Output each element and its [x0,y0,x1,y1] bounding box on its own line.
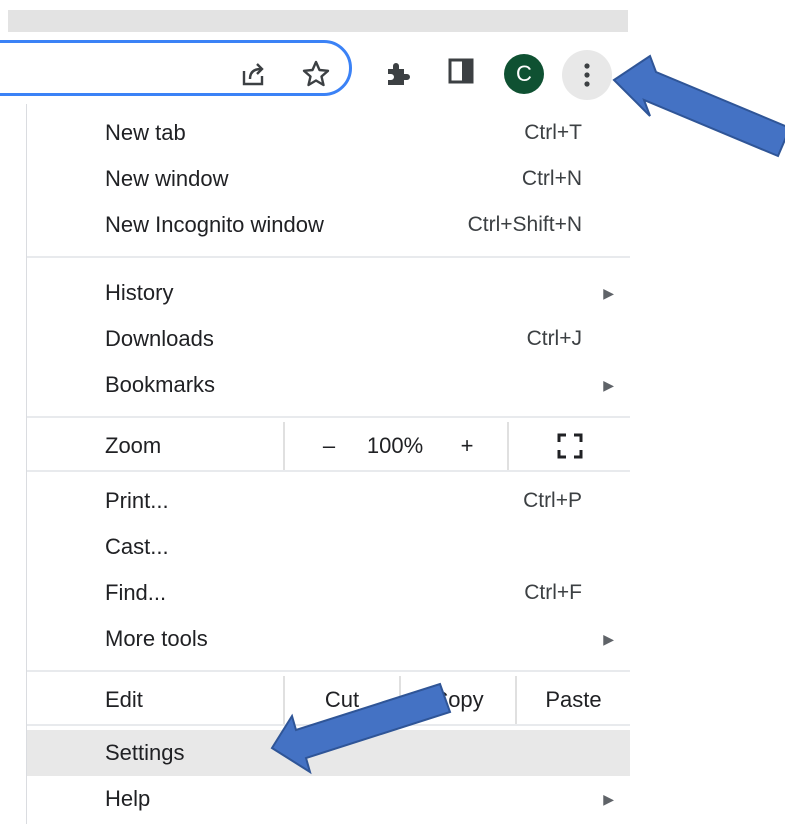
menu-item-more-tools[interactable]: More tools ▶ [27,616,630,662]
menu-divider [27,670,630,672]
menu-item-new-tab[interactable]: New tab Ctrl+T [27,110,630,156]
copy-button[interactable]: Copy [399,676,515,724]
side-panel-icon[interactable] [446,56,476,86]
menu-item-label: Edit [105,687,143,712]
menu-divider [27,256,630,258]
submenu-arrow-icon: ▶ [603,284,614,301]
menu-item-label: New window [105,166,229,191]
menu-item-new-incognito-window[interactable]: New Incognito window Ctrl+Shift+N [27,202,630,248]
menu-item-find[interactable]: Find... Ctrl+F [27,570,630,616]
shortcut-label: Ctrl+J [526,327,582,350]
menu-item-label: History [105,280,174,305]
zoom-out-button[interactable]: – [283,422,373,470]
menu-item-label: New tab [105,120,186,145]
three-dots-vertical-icon[interactable] [562,50,612,100]
shortcut-label: Ctrl+T [524,121,582,144]
paste-button[interactable]: Paste [515,676,630,724]
menu-item-bookmarks[interactable]: Bookmarks ▶ [27,362,630,408]
menu-item-label: Zoom [105,433,162,458]
menu-item-settings[interactable]: Settings [27,730,630,776]
shortcut-label: Ctrl+P [523,489,582,512]
cut-button[interactable]: Cut [283,676,399,724]
chrome-main-menu: New tab Ctrl+T New window Ctrl+N New Inc… [26,104,630,824]
menu-divider [27,416,630,418]
zoom-in-button[interactable]: + [427,422,507,470]
menu-item-label: Downloads [105,326,214,351]
menu-item-zoom: Zoom – 100% + [27,422,630,470]
menu-item-label: Settings [105,740,185,765]
menu-item-label: More tools [105,626,208,651]
menu-item-new-window[interactable]: New window Ctrl+N [27,156,630,202]
menu-item-edit: Edit Cut Copy Paste [27,676,630,724]
fullscreen-icon [557,433,582,459]
star-icon[interactable] [299,57,333,91]
profile-avatar[interactable]: C [504,54,544,94]
menu-item-label: Find... [105,580,167,605]
menu-item-label: Bookmarks [105,372,216,397]
menu-item-label: Help [105,786,151,811]
submenu-arrow-icon: ▶ [603,376,614,393]
menu-item-label: New Incognito window [105,212,324,237]
menu-item-label: Cast... [105,534,169,559]
submenu-arrow-icon: ▶ [603,630,614,647]
shortcut-label: Ctrl+N [521,167,582,190]
menu-item-history[interactable]: History ▶ [27,270,630,316]
tab-strip [8,10,628,32]
menu-item-cast[interactable]: Cast... [27,524,630,570]
zoom-level: 100% [366,433,424,458]
share-icon[interactable] [236,57,270,91]
menu-item-downloads[interactable]: Downloads Ctrl+J [27,316,630,362]
menu-item-label: Print... [105,488,169,513]
menu-divider [27,470,630,472]
puzzle-icon[interactable] [381,56,415,90]
shortcut-label: Ctrl+F [524,581,582,604]
fullscreen-button[interactable] [507,422,630,470]
menu-item-print[interactable]: Print... Ctrl+P [27,478,630,524]
menu-divider [27,724,630,726]
submenu-arrow-icon: ▶ [603,790,614,807]
menu-item-help[interactable]: Help ▶ [27,776,630,822]
shortcut-label: Ctrl+Shift+N [467,213,582,236]
